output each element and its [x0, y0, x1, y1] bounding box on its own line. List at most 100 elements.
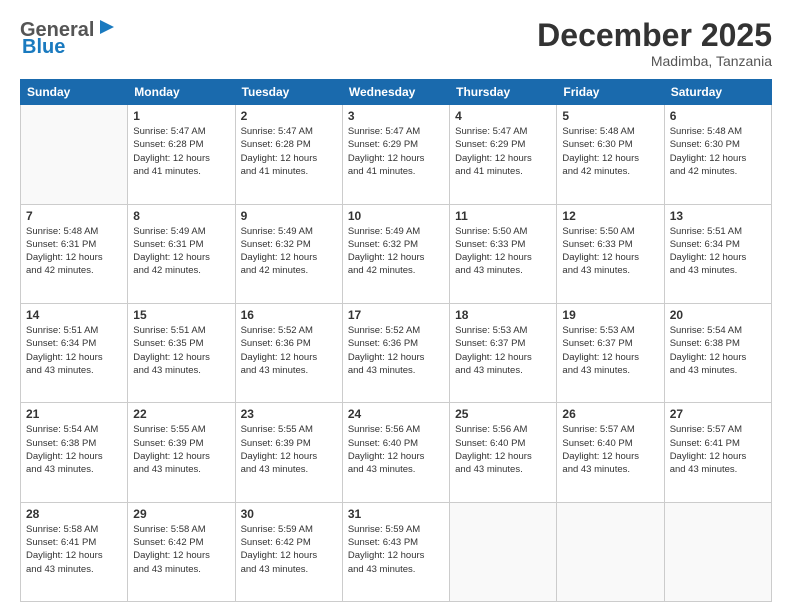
table-row: 22Sunrise: 5:55 AM Sunset: 6:39 PM Dayli…: [128, 403, 235, 502]
day-info: Sunrise: 5:55 AM Sunset: 6:39 PM Dayligh…: [241, 423, 337, 476]
day-number: 13: [670, 209, 766, 223]
table-row: 17 Sunrise: 5:52 AM Sunset: 6:36 PM Dayli…: [342, 303, 449, 402]
day-info: Sunrise: 5:48 AM Sunset: 6:30 PM Dayligh…: [562, 125, 658, 178]
table-row: 28Sunrise: 5:58 AM Sunset: 6:41 PM Dayli…: [21, 502, 128, 601]
table-row: 23Sunrise: 5:55 AM Sunset: 6:39 PM Dayli…: [235, 403, 342, 502]
table-row: 11 Sunrise: 5:50 AM Sunset: 6:33 PM Dayli…: [450, 204, 557, 303]
day-number: 11: [455, 209, 551, 223]
day-number: 6: [670, 109, 766, 123]
header: General Blue December 2025 Madimba, Tanz…: [20, 18, 772, 69]
location: Madimba, Tanzania: [537, 53, 772, 69]
table-row: 10Sunrise: 5:49 AM Sunset: 6:32 PM Dayli…: [342, 204, 449, 303]
day-number: 28: [26, 507, 122, 521]
day-info: Sunrise: 5:54 AM Sunset: 6:38 PM Dayligh…: [670, 324, 766, 377]
header-tuesday: Tuesday: [235, 80, 342, 105]
day-info: Sunrise: 5:57 AM Sunset: 6:40 PM Dayligh…: [562, 423, 658, 476]
title-section: December 2025 Madimba, Tanzania: [537, 18, 772, 69]
table-row: 16 Sunrise: 5:52 AM Sunset: 6:36 PM Dayli…: [235, 303, 342, 402]
table-row: 2 Sunrise: 5:47 AM Sunset: 6:28 PM Daylig…: [235, 105, 342, 204]
table-row: 1Sunrise: 5:47 AM Sunset: 6:28 PM Daylig…: [128, 105, 235, 204]
table-row: 15 Sunrise: 5:51 AM Sunset: 6:35 PM Dayli…: [128, 303, 235, 402]
calendar-week-row: 14 Sunrise: 5:51 AM Sunset: 6:34 PM Dayli…: [21, 303, 772, 402]
day-number: 18: [455, 308, 551, 322]
day-number: 30: [241, 507, 337, 521]
header-monday: Monday: [128, 80, 235, 105]
day-number: 9: [241, 209, 337, 223]
day-info: Sunrise: 5:58 AM Sunset: 6:42 PM Dayligh…: [133, 523, 229, 576]
table-row: 20 Sunrise: 5:54 AM Sunset: 6:38 PM Dayli…: [664, 303, 771, 402]
header-sunday: Sunday: [21, 80, 128, 105]
day-number: 3: [348, 109, 444, 123]
table-row: 27 Sunrise: 5:57 AM Sunset: 6:41 PM Dayli…: [664, 403, 771, 502]
day-info: Sunrise: 5:47 AM Sunset: 6:29 PM Dayligh…: [455, 125, 551, 178]
day-number: 8: [133, 209, 229, 223]
day-info: Sunrise: 5:50 AM Sunset: 6:33 PM Dayligh…: [562, 225, 658, 278]
day-number: 27: [670, 407, 766, 421]
day-number: 24: [348, 407, 444, 421]
day-number: 31: [348, 507, 444, 521]
day-info: Sunrise: 5:54 AM Sunset: 6:38 PM Dayligh…: [26, 423, 122, 476]
table-row: [450, 502, 557, 601]
header-wednesday: Wednesday: [342, 80, 449, 105]
table-row: 21 Sunrise: 5:54 AM Sunset: 6:38 PM Dayli…: [21, 403, 128, 502]
day-info: Sunrise: 5:52 AM Sunset: 6:36 PM Dayligh…: [348, 324, 444, 377]
table-row: 25Sunrise: 5:56 AM Sunset: 6:40 PM Dayli…: [450, 403, 557, 502]
day-number: 29: [133, 507, 229, 521]
table-row: 29 Sunrise: 5:58 AM Sunset: 6:42 PM Dayli…: [128, 502, 235, 601]
table-row: 9Sunrise: 5:49 AM Sunset: 6:32 PM Daylig…: [235, 204, 342, 303]
calendar-header-row: Sunday Monday Tuesday Wednesday Thursday…: [21, 80, 772, 105]
calendar-week-row: 7 Sunrise: 5:48 AM Sunset: 6:31 PM Daylig…: [21, 204, 772, 303]
day-info: Sunrise: 5:52 AM Sunset: 6:36 PM Dayligh…: [241, 324, 337, 377]
day-info: Sunrise: 5:49 AM Sunset: 6:31 PM Dayligh…: [133, 225, 229, 278]
day-number: 14: [26, 308, 122, 322]
table-row: 14 Sunrise: 5:51 AM Sunset: 6:34 PM Dayli…: [21, 303, 128, 402]
day-info: Sunrise: 5:51 AM Sunset: 6:35 PM Dayligh…: [133, 324, 229, 377]
day-info: Sunrise: 5:50 AM Sunset: 6:33 PM Dayligh…: [455, 225, 551, 278]
day-info: Sunrise: 5:56 AM Sunset: 6:40 PM Dayligh…: [455, 423, 551, 476]
day-number: 7: [26, 209, 122, 223]
table-row: [557, 502, 664, 601]
day-info: Sunrise: 5:59 AM Sunset: 6:42 PM Dayligh…: [241, 523, 337, 576]
day-number: 12: [562, 209, 658, 223]
day-number: 17: [348, 308, 444, 322]
table-row: 4 Sunrise: 5:47 AM Sunset: 6:29 PM Daylig…: [450, 105, 557, 204]
table-row: 6 Sunrise: 5:48 AM Sunset: 6:30 PM Daylig…: [664, 105, 771, 204]
day-number: 21: [26, 407, 122, 421]
table-row: 8 Sunrise: 5:49 AM Sunset: 6:31 PM Daylig…: [128, 204, 235, 303]
day-number: 2: [241, 109, 337, 123]
calendar-week-row: 28Sunrise: 5:58 AM Sunset: 6:41 PM Dayli…: [21, 502, 772, 601]
table-row: 18 Sunrise: 5:53 AM Sunset: 6:37 PM Dayli…: [450, 303, 557, 402]
logo: General Blue: [20, 18, 116, 58]
calendar-table: Sunday Monday Tuesday Wednesday Thursday…: [20, 79, 772, 602]
day-info: Sunrise: 5:53 AM Sunset: 6:37 PM Dayligh…: [455, 324, 551, 377]
day-number: 1: [133, 109, 229, 123]
header-friday: Friday: [557, 80, 664, 105]
table-row: 30 Sunrise: 5:59 AM Sunset: 6:42 PM Dayli…: [235, 502, 342, 601]
day-number: 15: [133, 308, 229, 322]
day-info: Sunrise: 5:47 AM Sunset: 6:28 PM Dayligh…: [241, 125, 337, 178]
day-info: Sunrise: 5:51 AM Sunset: 6:34 PM Dayligh…: [26, 324, 122, 377]
day-info: Sunrise: 5:57 AM Sunset: 6:41 PM Dayligh…: [670, 423, 766, 476]
day-info: Sunrise: 5:56 AM Sunset: 6:40 PM Dayligh…: [348, 423, 444, 476]
table-row: 19Sunrise: 5:53 AM Sunset: 6:37 PM Dayli…: [557, 303, 664, 402]
table-row: [664, 502, 771, 601]
day-info: Sunrise: 5:49 AM Sunset: 6:32 PM Dayligh…: [348, 225, 444, 278]
day-number: 22: [133, 407, 229, 421]
table-row: 3Sunrise: 5:47 AM Sunset: 6:29 PM Daylig…: [342, 105, 449, 204]
table-row: [21, 105, 128, 204]
header-thursday: Thursday: [450, 80, 557, 105]
day-number: 4: [455, 109, 551, 123]
day-info: Sunrise: 5:48 AM Sunset: 6:31 PM Dayligh…: [26, 225, 122, 278]
logo-blue-text: Blue: [22, 36, 65, 58]
calendar-week-row: 1 Sunrise: 5:47 AM Sunset: 6:28 PM Daylig…: [21, 105, 772, 204]
logo-arrow-icon: [98, 18, 116, 41]
page: General Blue December 2025 Madimba, Tanz…: [0, 0, 792, 612]
calendar-week-row: 21 Sunrise: 5:54 AM Sunset: 6:38 PM Dayli…: [21, 403, 772, 502]
table-row: 31Sunrise: 5:59 AM Sunset: 6:43 PM Dayli…: [342, 502, 449, 601]
day-info: Sunrise: 5:48 AM Sunset: 6:30 PM Dayligh…: [670, 125, 766, 178]
day-number: 20: [670, 308, 766, 322]
day-number: 19: [562, 308, 658, 322]
month-title: December 2025: [537, 18, 772, 53]
table-row: 7 Sunrise: 5:48 AM Sunset: 6:31 PM Daylig…: [21, 204, 128, 303]
day-number: 16: [241, 308, 337, 322]
